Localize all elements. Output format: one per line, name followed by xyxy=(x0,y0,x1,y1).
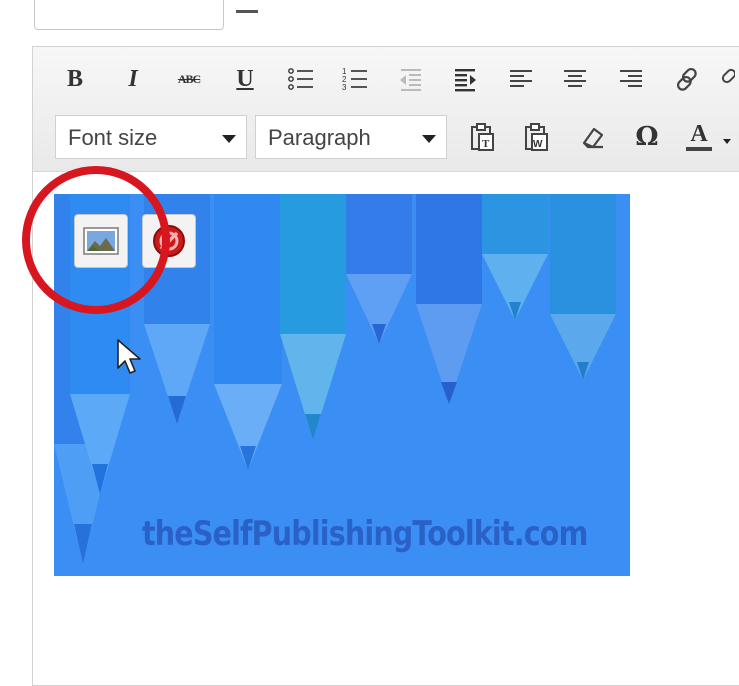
special-character-button[interactable]: Ω xyxy=(629,119,665,155)
unlink-button-partial[interactable] xyxy=(721,61,735,97)
align-center-button[interactable] xyxy=(557,61,593,97)
outdent-button[interactable] xyxy=(393,61,429,97)
indent-icon xyxy=(455,69,476,92)
paste-text-icon: T xyxy=(471,123,494,151)
highlight-circle-annotation xyxy=(22,166,170,314)
unlink-icon xyxy=(721,68,735,84)
image-watermark: theSelfPublishingToolkit.com xyxy=(142,514,588,554)
svg-text:T: T xyxy=(482,138,490,150)
align-left-button[interactable] xyxy=(503,61,539,97)
bold-button[interactable]: B xyxy=(57,61,93,97)
numbered-list-icon: 1 2 3 xyxy=(342,67,367,92)
eraser-icon xyxy=(582,127,604,149)
align-right-button[interactable] xyxy=(613,61,649,97)
align-left-icon xyxy=(510,70,532,87)
align-right-icon xyxy=(620,70,642,87)
svg-text:3: 3 xyxy=(342,83,347,92)
chevron-down-icon xyxy=(222,135,236,143)
svg-text:W: W xyxy=(533,139,543,150)
chevron-down-icon[interactable] xyxy=(723,139,731,144)
outdent-icon xyxy=(400,69,421,91)
paragraph-select[interactable]: Paragraph xyxy=(255,115,447,159)
mouse-cursor-icon xyxy=(117,339,141,374)
indent-button[interactable] xyxy=(447,61,483,97)
italic-button[interactable]: I xyxy=(115,61,151,97)
paragraph-label: Paragraph xyxy=(268,125,371,150)
paste-text-button[interactable]: T xyxy=(465,119,501,155)
paste-word-icon: W xyxy=(525,123,548,151)
align-center-icon xyxy=(564,70,586,87)
text-color-icon: A xyxy=(690,121,708,147)
text-color-swatch xyxy=(686,147,712,151)
top-partial-field[interactable] xyxy=(34,0,224,30)
paste-word-button[interactable]: W xyxy=(519,119,555,155)
link-button[interactable] xyxy=(669,61,705,97)
clear-formatting-button[interactable] xyxy=(575,119,611,155)
font-size-label: Font size xyxy=(68,125,158,150)
text-color-button[interactable]: A xyxy=(681,119,717,155)
editor-toolbar: B I ABC U 1 2 3 Font size Paragraph T W … xyxy=(33,47,739,172)
omega-icon: Ω xyxy=(635,122,659,152)
top-dash xyxy=(236,10,258,13)
chevron-down-icon xyxy=(422,135,436,143)
link-icon xyxy=(676,67,697,91)
bullet-list-icon xyxy=(288,68,313,90)
strikethrough-button[interactable]: ABC xyxy=(171,61,207,97)
font-size-select[interactable]: Font size xyxy=(55,115,247,159)
numbered-list-button[interactable]: 1 2 3 xyxy=(337,61,373,97)
underline-button[interactable]: U xyxy=(227,61,263,97)
bullet-list-button[interactable] xyxy=(283,61,319,97)
